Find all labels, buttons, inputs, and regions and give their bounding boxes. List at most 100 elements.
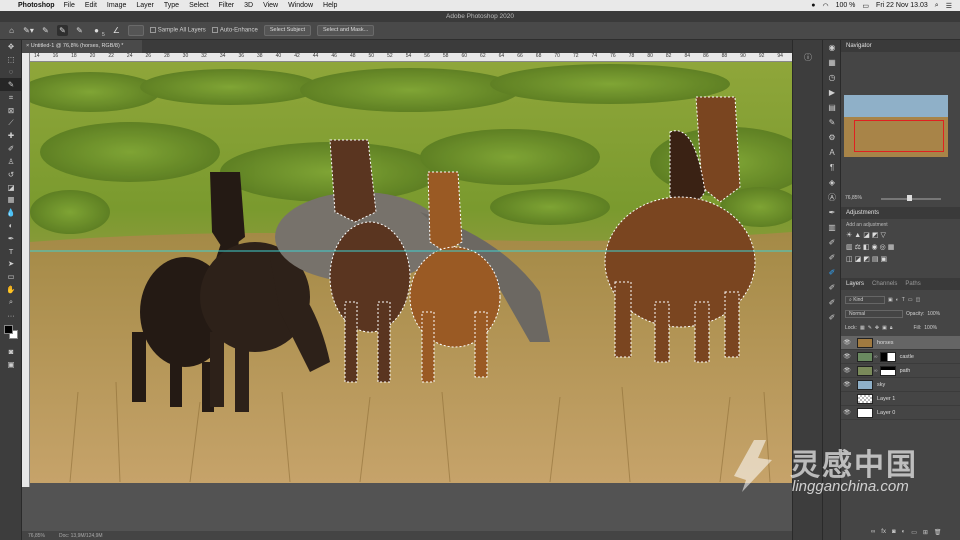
visibility-eye-icon[interactable]: 👁︎ <box>841 409 853 416</box>
quick-mask-icon[interactable]: ◙ <box>0 346 22 359</box>
tab-layers[interactable]: Layers <box>846 278 864 290</box>
menu-type[interactable]: Type <box>164 2 179 9</box>
lock-paint-icon[interactable]: ✎ <box>868 325 872 331</box>
brush-preset-3-icon[interactable]: ✐ <box>823 280 841 295</box>
gradient-map-icon[interactable]: ▤ <box>872 256 881 263</box>
visibility-eye-icon[interactable]: 👁︎ <box>841 381 853 388</box>
opacity-value[interactable]: 100% <box>927 311 940 317</box>
info-icon[interactable]: ⓘ <box>793 50 823 65</box>
vibrance-icon[interactable]: ▽ <box>880 232 887 239</box>
sample-all-layers-checkbox[interactable]: Sample All Layers <box>149 27 206 34</box>
tab-paths[interactable]: Paths <box>905 278 920 290</box>
angle-field[interactable] <box>127 25 144 36</box>
curves-icon[interactable]: ◪ <box>863 232 872 239</box>
brush-picker-icon[interactable]: ● <box>91 25 102 36</box>
subtract-selection-icon[interactable]: ✎ <box>74 25 85 36</box>
navigator-header[interactable]: Navigator <box>841 40 960 52</box>
layer-row[interactable]: 👁︎ horses <box>841 336 960 350</box>
menu-filter[interactable]: Filter <box>219 2 235 9</box>
hue-icon[interactable]: ▥ <box>846 244 855 251</box>
brush-tool-icon[interactable]: ✐ <box>0 142 22 155</box>
layer-row[interactable]: 👁︎ ∞ castle <box>841 350 960 364</box>
layer-name[interactable]: sky <box>877 382 885 388</box>
new-group-icon[interactable]: ▭ <box>911 529 917 538</box>
blend-mode-select[interactable]: Normal <box>845 310 903 318</box>
character-icon[interactable]: A <box>823 145 841 160</box>
marquee-tool-icon[interactable]: ⬚ <box>0 53 22 66</box>
crop-tool-icon[interactable]: ⌗ <box>0 91 22 104</box>
doc-size[interactable]: Doc: 13,9M/124,9M <box>59 533 103 539</box>
more-tools-icon[interactable]: ··· <box>0 309 22 322</box>
brush-settings-icon[interactable]: ⚙ <box>823 130 841 145</box>
screen-mode-icon[interactable]: ▣ <box>0 358 22 371</box>
photo-filter-icon[interactable]: ◉ <box>872 244 880 251</box>
history-icon[interactable]: ◷ <box>823 70 841 85</box>
dodge-tool-icon[interactable]: ◐ <box>0 219 22 232</box>
threshold-icon[interactable]: ◩ <box>863 256 872 263</box>
layer-name[interactable]: Layer 1 <box>877 396 895 402</box>
layer-row[interactable]: 👁︎ sky <box>841 378 960 392</box>
lock-transparent-icon[interactable]: ▦ <box>860 325 865 331</box>
zoom-tool-icon[interactable]: ⌕ <box>0 296 22 309</box>
visibility-eye-icon[interactable]: 👁︎ <box>841 339 853 346</box>
eraser-tool-icon[interactable]: ◪ <box>0 181 22 194</box>
invert-icon[interactable]: ◫ <box>846 256 855 263</box>
properties-icon[interactable]: ▤ <box>823 100 841 115</box>
swatches-icon[interactable]: ▦ <box>823 55 841 70</box>
menu-window[interactable]: Window <box>288 2 313 9</box>
layer-row[interactable]: 👁︎ Layer 0 <box>841 406 960 420</box>
datetime[interactable]: Fri 22 Nov 13.03 <box>876 2 928 9</box>
brush-preset-2-icon[interactable]: ✐ <box>823 265 841 280</box>
fx-icon[interactable]: fx <box>881 529 886 538</box>
new-selection-icon[interactable]: ✎ <box>40 25 51 36</box>
menu-view[interactable]: View <box>263 2 278 9</box>
home-icon[interactable]: ⌂ <box>6 25 17 36</box>
delete-layer-icon[interactable]: 🗑︎ <box>934 529 942 538</box>
layer-row[interactable]: 👁︎ ∞ path <box>841 364 960 378</box>
battery-icon[interactable]: ▭ <box>862 2 869 10</box>
wifi-icon[interactable]: ◠ <box>822 2 828 10</box>
filter-kind-select[interactable]: ⌕ Kind <box>845 296 885 304</box>
type-tool-icon[interactable]: T <box>0 245 22 258</box>
history-brush-icon[interactable]: ↺ <box>0 168 22 181</box>
new-adjustment-icon[interactable]: ◐ <box>902 529 906 538</box>
lock-artboard-icon[interactable]: ▣ <box>882 325 887 331</box>
tool-preset-icon[interactable]: ✎▾ <box>23 25 34 36</box>
quick-selection-tool-icon[interactable]: ✎ <box>0 78 22 92</box>
horizontal-ruler[interactable]: 14 16 18 20 22 24 26 28 30 32 34 36 38 40 42 44 46 48 50 52… <box>30 53 792 62</box>
brushes-icon[interactable]: ✎ <box>823 115 841 130</box>
document-tab[interactable]: × Untitled-1 @ 76,8% (horses, RGB/8) * <box>22 40 142 53</box>
frame-tool-icon[interactable]: ⊠ <box>0 104 22 117</box>
brush-preset-5-icon[interactable]: ✐ <box>823 310 841 325</box>
healing-brush-icon[interactable]: ✚ <box>0 130 22 143</box>
lookup-icon[interactable]: ▦ <box>888 244 897 251</box>
menu-3d[interactable]: 3D <box>244 2 253 9</box>
zoom-level[interactable]: 76,85% <box>28 533 45 539</box>
vertical-ruler[interactable] <box>22 53 30 487</box>
adjustments-header[interactable]: Adjustments <box>841 207 960 219</box>
app-menu[interactable]: Photoshop <box>18 2 55 9</box>
fill-value[interactable]: 100% <box>924 325 937 331</box>
gradient-tool-icon[interactable]: ▦ <box>0 194 22 207</box>
menu-layer[interactable]: Layer <box>136 2 154 9</box>
move-tool-icon[interactable]: ✥ <box>0 40 22 53</box>
channel-mixer-icon[interactable]: ◎ <box>880 244 888 251</box>
navigator-zoom-thumb[interactable] <box>907 195 912 201</box>
horses-photo[interactable] <box>30 62 792 483</box>
lock-position-icon[interactable]: ✥ <box>875 325 879 331</box>
navigator-preview[interactable] <box>844 95 948 157</box>
clone-stamp-icon[interactable]: ♙ <box>0 155 22 168</box>
brush-preset-4-icon[interactable]: ✐ <box>823 295 841 310</box>
layer-name[interactable]: horses <box>877 340 894 346</box>
layer-name[interactable]: path <box>900 368 911 374</box>
eyedropper-tool-icon[interactable]: ⟋ <box>0 117 22 130</box>
filter-adjust-icon[interactable]: ◐ <box>896 297 899 303</box>
selective-color-icon[interactable]: ▣ <box>881 256 890 263</box>
glyphs-icon[interactable]: Ⓐ <box>823 190 841 205</box>
paths-icon[interactable]: ✒ <box>823 205 841 220</box>
filter-smart-icon[interactable]: ◫ <box>916 297 921 303</box>
blur-tool-icon[interactable]: 💧 <box>0 206 22 219</box>
control-center-icon[interactable]: ☰ <box>946 2 952 10</box>
hand-tool-icon[interactable]: ✋ <box>0 283 22 296</box>
posterize-icon[interactable]: ◪ <box>855 256 864 263</box>
